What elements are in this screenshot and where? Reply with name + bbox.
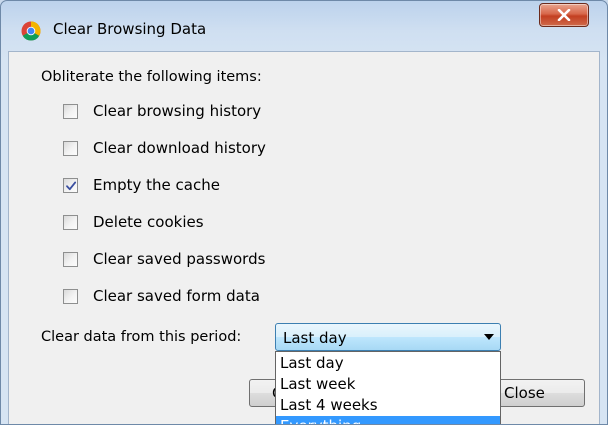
period-dropdown-list: Last day Last week Last 4 weeks Everythi… <box>275 351 501 424</box>
window-close-button[interactable] <box>539 3 589 27</box>
close-x-icon <box>557 9 571 21</box>
period-label: Clear data from this period: <box>41 329 242 345</box>
checkbox-clear-saved-form-data[interactable] <box>63 289 78 304</box>
period-dropdown-value: Last day <box>283 329 347 347</box>
checkbox-label[interactable]: Delete cookies <box>93 213 204 231</box>
dropdown-option-last-day[interactable]: Last day <box>276 353 500 374</box>
chevron-down-icon <box>484 334 494 340</box>
dialog-body: Obliterate the following items: Clear br… <box>8 51 600 424</box>
checkbox-empty-the-cache[interactable] <box>63 178 78 193</box>
checkmark-icon <box>66 181 77 191</box>
checkbox-label[interactable]: Clear browsing history <box>93 102 261 120</box>
dropdown-option-last-week[interactable]: Last week <box>276 374 500 395</box>
checkbox-label[interactable]: Clear download history <box>93 139 266 157</box>
checkbox-clear-browsing-history[interactable] <box>63 104 78 119</box>
checkbox-delete-cookies[interactable] <box>63 215 78 230</box>
dialog-heading: Obliterate the following items: <box>41 69 262 85</box>
dropdown-option-last-4-weeks[interactable]: Last 4 weeks <box>276 395 500 416</box>
dropdown-option-everything[interactable]: Everything <box>276 416 500 424</box>
checkbox-clear-download-history[interactable] <box>63 141 78 156</box>
title-bar: Clear Browsing Data <box>1 1 607 51</box>
clear-browsing-data-dialog: Clear Browsing Data Obliterate the follo… <box>0 0 608 425</box>
checkbox-label[interactable]: Clear saved form data <box>93 287 260 305</box>
period-dropdown[interactable]: Last day <box>275 323 501 351</box>
checkbox-label[interactable]: Clear saved passwords <box>93 250 265 268</box>
window-title: Clear Browsing Data <box>53 20 207 38</box>
chrome-logo-icon <box>21 21 41 41</box>
checkbox-clear-saved-passwords[interactable] <box>63 252 78 267</box>
checkbox-label[interactable]: Empty the cache <box>93 176 220 194</box>
desktop-background: Clear Browsing Data Obliterate the follo… <box>0 0 608 425</box>
